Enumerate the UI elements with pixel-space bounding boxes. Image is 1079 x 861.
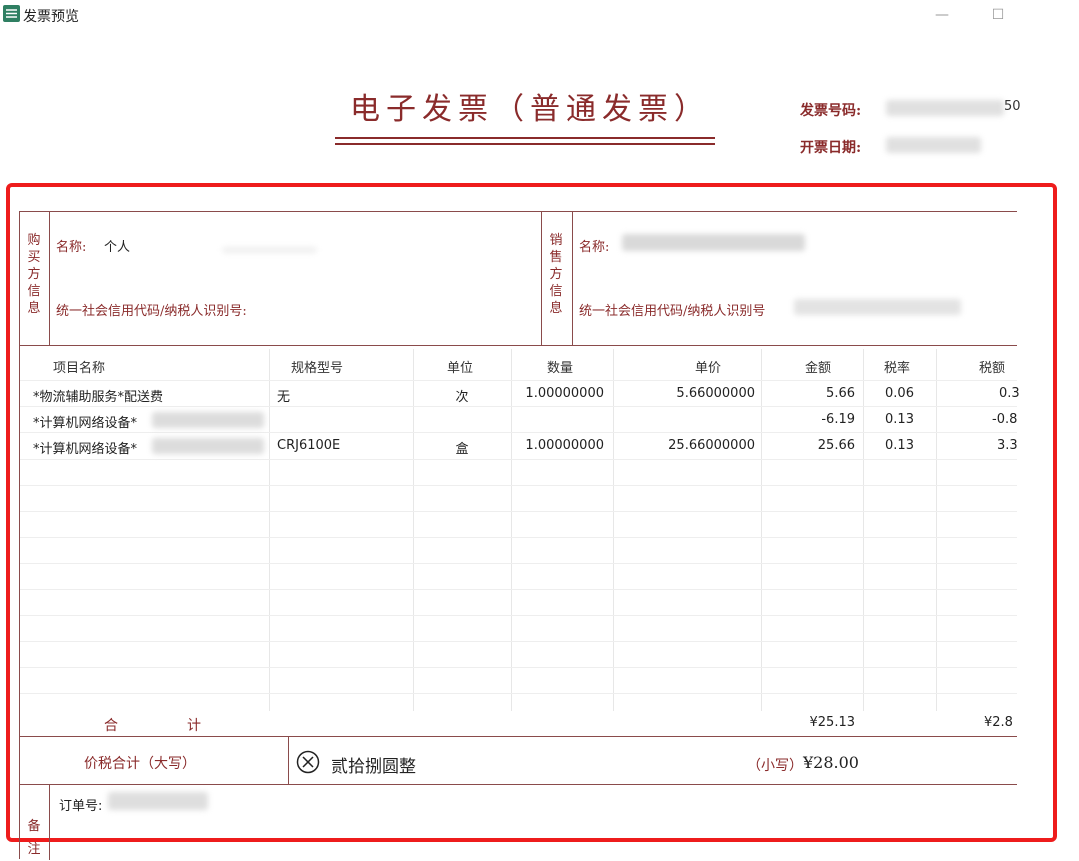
row-tax: 3.3: [997, 438, 1018, 453]
price-tax-divider: [288, 736, 289, 784]
grid-row-line: [20, 615, 1017, 616]
row-amount: -6.19: [821, 412, 855, 427]
row-quantity: 1.00000000: [525, 438, 604, 453]
seller-tax-id-label: 统一社会信用代码/纳税人识别号: [579, 304, 766, 319]
remarks-divider: [49, 784, 50, 860]
buyer-name-value: 个人: [104, 240, 131, 255]
grid-row-line: [20, 693, 1017, 694]
redacted-buyer-info: [222, 247, 317, 253]
invoice-number-label: 发票号码:: [800, 103, 862, 119]
remarks-section-label: 备 注: [27, 819, 41, 857]
redacted-seller-name: [622, 234, 805, 251]
grid-row-line: [20, 667, 1017, 668]
grid-row-line: [20, 641, 1017, 642]
row-quantity: 1.00000000: [525, 386, 604, 401]
price-tax-bottom-border: [19, 784, 1017, 785]
price-tax-total-label: 价税合计（大写）: [84, 756, 196, 772]
total-label-he: 合: [104, 718, 118, 734]
header-spec: 规格型号: [291, 361, 344, 376]
grid-col-tax: [936, 349, 937, 711]
row-unit: 次: [455, 390, 469, 405]
window-title: 发票预览: [23, 9, 79, 25]
minimize-button[interactable]: —: [927, 4, 957, 26]
row-amount: 5.66: [826, 386, 855, 401]
title-underline: [335, 137, 715, 139]
invoice-number-tail: 50: [1004, 99, 1021, 114]
redacted-invoice-date: [886, 137, 981, 153]
redacted-seller-tax-id: [794, 299, 961, 315]
header-unit-price: 单价: [695, 361, 722, 376]
row-tax-rate: 0.13: [885, 438, 914, 453]
window-titlebar: 发票预览 — ☐: [0, 0, 1079, 32]
header-unit: 单位: [447, 361, 474, 376]
grid-row-line: [20, 406, 1017, 407]
grid-col-rate: [863, 349, 864, 711]
buyer-section-label: 购 买 方 信 息: [27, 233, 41, 316]
row-spec: CRJ6100E: [277, 438, 341, 453]
seller-section-label: 销 售 方 信 息: [549, 233, 563, 316]
seller-label-divider: [572, 211, 573, 345]
title-underline-double: [335, 143, 715, 145]
grid-row-line: [20, 537, 1017, 538]
grid-row-line: [20, 589, 1017, 590]
circle-x-icon: [296, 750, 320, 774]
row-tax-rate: 0.06: [885, 386, 914, 401]
party-bottom-border: [19, 345, 1017, 346]
header-item-name: 项目名称: [53, 361, 106, 376]
row-unit: 盒: [455, 442, 469, 457]
buyer-tax-id-label: 统一社会信用代码/纳税人识别号:: [56, 304, 247, 319]
grid-col-qty: [511, 349, 512, 711]
seller-name-label: 名称:: [579, 240, 610, 255]
grid-col-spec: [269, 349, 270, 711]
highlight-frame: [6, 183, 1057, 842]
redacted-item-name: [152, 412, 264, 428]
header-tax: 税额: [979, 361, 1006, 376]
buyer-name-label: 名称:: [56, 240, 87, 255]
table-top-border: [19, 211, 1017, 212]
table-left-border: [19, 211, 20, 859]
row-item-name: *物流辅助服务*配送费: [33, 390, 164, 405]
row-item-name: *计算机网络设备*: [33, 442, 138, 457]
header-amount: 金额: [805, 361, 832, 376]
invoice-title: 电子发票（普通发票）: [350, 92, 710, 127]
app-icon: [3, 5, 20, 22]
grid-row-line: [20, 459, 1017, 460]
price-tax-lowercase-value: ¥28.00: [803, 753, 859, 772]
redacted-invoice-number: [886, 100, 1004, 116]
invoice-date-label: 开票日期:: [800, 140, 862, 156]
row-item-name: *计算机网络设备*: [33, 416, 138, 431]
row-tax-rate: 0.13: [885, 412, 914, 427]
buyer-seller-divider: [541, 211, 542, 345]
redacted-order-number: [108, 792, 208, 810]
grid-row-line: [20, 380, 1017, 381]
grid-col-amount: [761, 349, 762, 711]
row-unit-price: 5.66000000: [676, 386, 755, 401]
row-amount: 25.66: [817, 438, 855, 453]
header-quantity: 数量: [547, 361, 574, 376]
totals-bottom-border: [19, 736, 1017, 737]
total-tax: ¥2.8: [984, 715, 1013, 730]
grid-row-line: [20, 563, 1017, 564]
maximize-button[interactable]: ☐: [983, 4, 1013, 26]
order-number-label: 订单号:: [59, 799, 103, 814]
row-tax: 0.3: [999, 386, 1020, 401]
total-label-ji: 计: [187, 718, 201, 734]
grid-row-line: [20, 485, 1017, 486]
price-tax-lowercase-label: （小写）: [747, 758, 803, 774]
grid-col-price: [613, 349, 614, 711]
row-unit-price: 25.66000000: [668, 438, 755, 453]
buyer-label-divider: [49, 211, 50, 345]
price-tax-uppercase: 贰拾捌圆整: [331, 757, 416, 777]
grid-row-line: [20, 511, 1017, 512]
row-tax: -0.8: [992, 412, 1018, 427]
grid-row-line: [20, 432, 1017, 433]
redacted-item-name: [152, 438, 264, 454]
header-tax-rate: 税率: [884, 361, 911, 376]
total-amount: ¥25.13: [809, 715, 856, 730]
row-spec: 无: [277, 390, 291, 405]
